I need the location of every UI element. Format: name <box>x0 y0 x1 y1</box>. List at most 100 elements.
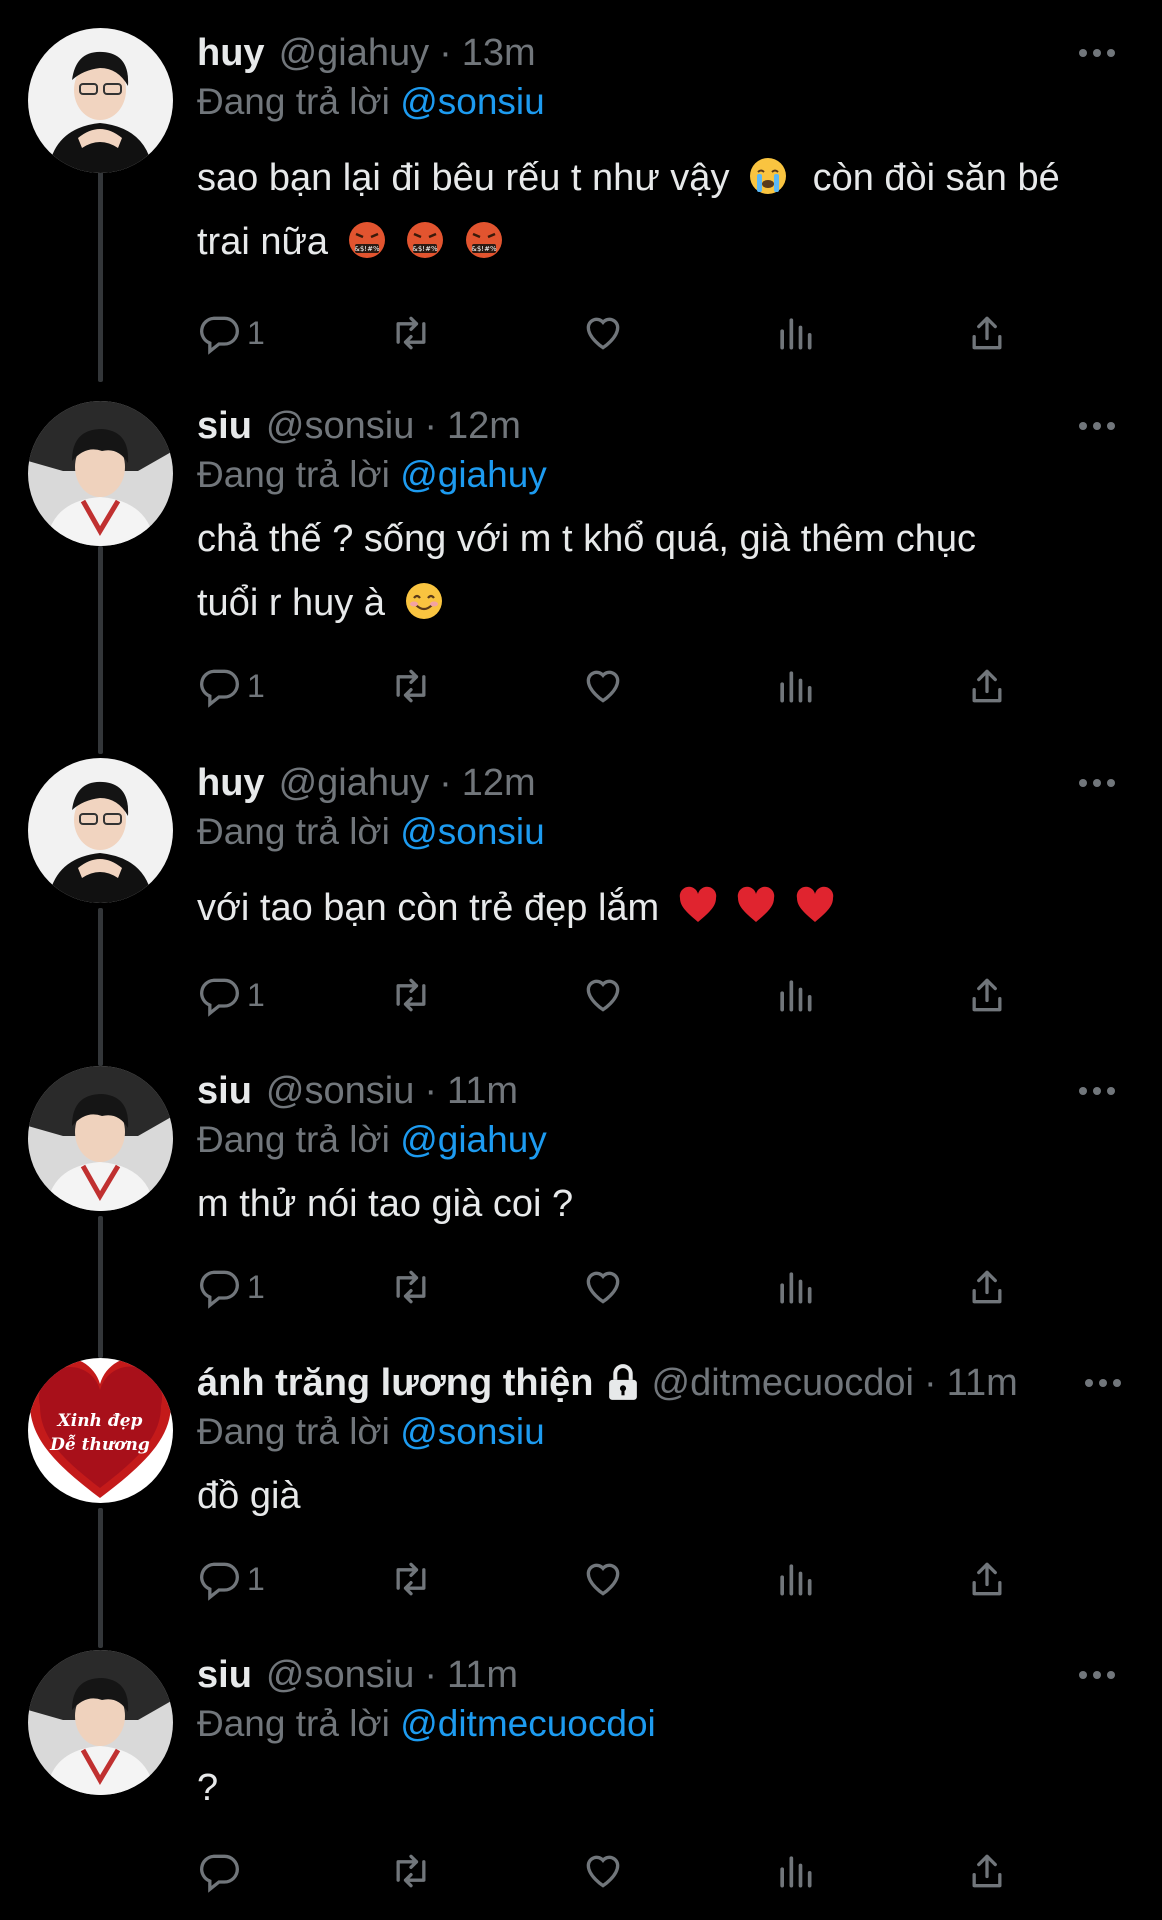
reply-icon <box>200 669 239 708</box>
reply-button[interactable] <box>197 1846 247 1896</box>
tweet[interactable]: Xinh đẹp Dễ thương ánh trăng lương thiện… <box>0 1358 1162 1603</box>
share-button[interactable] <box>965 1554 1009 1604</box>
tweet-actions: 1 <box>197 970 1037 1020</box>
display-name[interactable]: ánh trăng lương thiện <box>197 1358 594 1408</box>
display-name[interactable]: huy <box>197 28 265 78</box>
share-button[interactable] <box>965 970 1009 1020</box>
share-icon <box>972 1270 1002 1304</box>
retweet-button[interactable] <box>389 1554 433 1604</box>
like-button[interactable] <box>581 1262 625 1312</box>
share-button[interactable] <box>965 1262 1009 1312</box>
handle[interactable]: @sonsiu <box>266 401 414 451</box>
views-icon <box>780 671 812 703</box>
handle[interactable]: @giahuy <box>279 28 430 78</box>
tweet-text-part: với tao bạn còn trẻ đẹp lắm <box>197 887 660 929</box>
separator-dot: · <box>924 1362 937 1404</box>
timestamp[interactable]: 12m <box>462 758 536 808</box>
reply-mention[interactable]: @giahuy <box>400 1119 547 1160</box>
retweet-button[interactable] <box>389 1846 433 1896</box>
tweet-text-part: đồ già <box>197 1475 301 1517</box>
avatar[interactable] <box>28 401 173 546</box>
avatar-huy-image <box>28 758 173 903</box>
share-button[interactable] <box>965 308 1009 358</box>
views-button[interactable] <box>773 1262 817 1312</box>
handle[interactable]: @sonsiu <box>266 1650 414 1700</box>
views-button[interactable] <box>773 970 817 1020</box>
retweet-icon <box>396 1854 426 1888</box>
retweet-button[interactable] <box>389 1262 433 1312</box>
views-button[interactable] <box>773 308 817 358</box>
share-icon <box>972 316 1002 350</box>
reply-mention[interactable]: @ditmecuocdoi <box>400 1703 656 1744</box>
reply-button[interactable]: 1 <box>197 308 265 358</box>
more-icon[interactable] <box>1078 1358 1128 1408</box>
tweet-text-part: tuổi r huy à <box>197 582 385 624</box>
avatar[interactable] <box>28 1650 173 1795</box>
tweet-text: với tao bạn còn trẻ đẹp lắm <box>197 876 1122 940</box>
retweet-button[interactable] <box>389 970 433 1020</box>
tweet-actions: 1 <box>197 661 1037 711</box>
views-icon <box>780 1564 812 1596</box>
more-icon[interactable] <box>1072 1066 1122 1116</box>
display-name[interactable]: siu <box>197 401 252 451</box>
reply-count: 1 <box>247 1560 265 1597</box>
reply-mention[interactable]: @sonsiu <box>400 1411 545 1452</box>
views-button[interactable] <box>773 1554 817 1604</box>
reply-icon <box>200 1562 239 1601</box>
tweet[interactable]: siu @sonsiu · 12m Đang trả lời @giahuy c… <box>0 401 1162 708</box>
reply-button[interactable]: 1 <box>197 1262 265 1312</box>
share-button[interactable] <box>965 661 1009 711</box>
display-name[interactable]: siu <box>197 1650 252 1700</box>
avatar[interactable] <box>28 1066 173 1211</box>
reply-button[interactable]: 1 <box>197 970 265 1020</box>
like-button[interactable] <box>581 661 625 711</box>
reply-prefix: Đang trả lời <box>197 811 390 852</box>
display-name[interactable]: siu <box>197 1066 252 1116</box>
like-button[interactable] <box>581 1846 625 1896</box>
tweet[interactable]: huy @giahuy · 13m Đang trả lời @sonsiu s… <box>0 28 1162 358</box>
reply-button[interactable]: 1 <box>197 1554 265 1604</box>
reply-icon <box>200 1270 239 1309</box>
retweet-button[interactable] <box>389 661 433 711</box>
more-icon[interactable] <box>1072 758 1122 808</box>
views-button[interactable] <box>773 661 817 711</box>
avatar[interactable] <box>28 758 173 903</box>
smiling-face-emoji-icon <box>405 583 442 619</box>
more-icon[interactable] <box>1072 1650 1122 1700</box>
reply-mention[interactable]: @sonsiu <box>400 811 545 852</box>
retweet-icon <box>396 978 426 1012</box>
share-button[interactable] <box>965 1846 1009 1896</box>
retweet-button[interactable] <box>389 308 433 358</box>
timestamp[interactable]: 12m <box>447 401 521 451</box>
handle[interactable]: @ditmecuocdoi <box>652 1358 914 1408</box>
handle[interactable]: @giahuy <box>279 758 430 808</box>
separator-dot: · <box>424 405 437 447</box>
views-icon <box>780 318 812 350</box>
timestamp[interactable]: 13m <box>462 28 536 78</box>
tweet[interactable]: huy @giahuy · 12m Đang trả lời @sonsiu v… <box>0 758 1162 1018</box>
timestamp[interactable]: 11m <box>447 1650 518 1700</box>
like-button[interactable] <box>581 308 625 358</box>
more-icon[interactable] <box>1072 401 1122 451</box>
reply-icon <box>200 1854 239 1893</box>
avatar[interactable]: Xinh đẹp Dễ thương <box>28 1358 173 1503</box>
svg-text:&$!#%: &$!#% <box>354 245 380 253</box>
retweet-icon <box>396 1270 426 1304</box>
reply-mention[interactable]: @giahuy <box>400 454 547 495</box>
avatar-huy-image <box>28 28 173 173</box>
timestamp[interactable]: 11m <box>947 1358 1018 1408</box>
reply-button[interactable]: 1 <box>197 661 265 711</box>
like-button[interactable] <box>581 1554 625 1604</box>
avatar[interactable] <box>28 28 173 173</box>
tweet[interactable]: siu @sonsiu · 11m Đang trả lời @giahuy m… <box>0 1066 1162 1311</box>
timestamp[interactable]: 11m <box>447 1066 518 1116</box>
like-button[interactable] <box>581 970 625 1020</box>
display-name[interactable]: huy <box>197 758 265 808</box>
views-button[interactable] <box>773 1846 817 1896</box>
handle[interactable]: @sonsiu <box>266 1066 414 1116</box>
reply-mention[interactable]: @sonsiu <box>400 81 545 122</box>
cursing-face-emoji-icon: &$!#% <box>407 222 444 258</box>
views-icon <box>780 1856 812 1888</box>
tweet[interactable]: siu @sonsiu · 11m Đang trả lời @ditmecuo… <box>0 1650 1162 1900</box>
more-icon[interactable] <box>1072 28 1122 78</box>
